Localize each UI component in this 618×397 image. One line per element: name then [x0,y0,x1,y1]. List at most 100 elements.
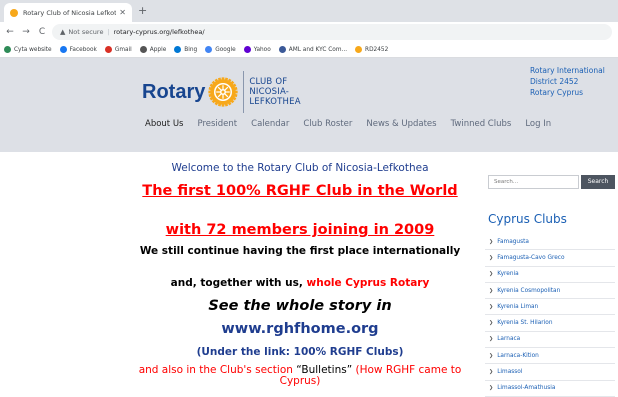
logo-divider [243,71,245,113]
bookmark-favicon-icon [355,46,363,53]
nav-twinned-clubs[interactable]: Twinned Clubs [451,119,512,129]
site-header: Rotary CLUB OF NICOSIA- LEFKOTHEA Rotary… [0,58,618,152]
club-list-label: Kyrenia Liman [497,303,539,310]
club-list-item[interactable]: ❯ Kyrenia [485,267,615,283]
address-bar[interactable]: ▲ Not secure | rotary-cyprus.org/lefkoth… [52,24,612,40]
district-link[interactable]: Rotary Cyprus [530,87,605,98]
story-text: See the whole story in [208,298,392,314]
welcome-heading: Welcome to the Rotary Club of Nicosia-Le… [171,162,429,174]
bookmark-item[interactable]: Facebook [59,46,97,53]
bookmark-item[interactable]: Bing [174,46,197,53]
rotary-logo[interactable]: Rotary CLUB OF NICOSIA- LEFKOTHEA [142,71,301,113]
club-list-item[interactable]: ❯ Kyrenia St. Hilarion [485,315,615,332]
new-tab-button[interactable]: + [138,4,147,17]
nav-president[interactable]: President [197,119,237,129]
chevron-right-icon: ❯ [489,271,494,278]
nav-club-roster[interactable]: Club Roster [303,119,352,129]
nav-about-us[interactable]: About Us [145,119,183,129]
bookmark-label: Facebook [69,46,97,53]
bookmark-favicon-icon [174,46,182,53]
rotary-favicon-icon [10,8,18,17]
browser-tab[interactable]: Rotary Club of Nicosia Lefkothea ✕ [4,3,132,22]
back-button[interactable]: ← [4,27,16,37]
chevron-right-icon: ❯ [489,385,494,392]
club-name-line: CLUB OF [249,77,288,87]
chevron-right-icon: ❯ [489,254,494,261]
forward-button[interactable]: → [20,27,32,37]
together-prefix: and, together with us, [170,277,307,289]
bookmark-item[interactable]: Yahoo [243,46,271,53]
bookmark-item[interactable]: Gmail [104,46,132,53]
club-list-item[interactable]: ❯ Famagusta [485,234,615,251]
chevron-right-icon: ❯ [489,238,494,245]
bookmark-item[interactable]: RD2452 [355,46,388,53]
bookmark-label: Apple [149,46,167,53]
not-secure-label: Not secure [68,28,104,36]
club-list-label: Larnaca-Kition [497,352,539,359]
club-list-label: Limassol-Amathusia [497,385,556,392]
chevron-right-icon: ❯ [489,303,494,310]
bookmark-favicon-icon [104,46,112,53]
district-links: Rotary International District 2452 Rotar… [530,65,605,98]
chevron-right-icon: ❯ [489,320,494,327]
cyprus-clubs-title: Cyprus Clubs [488,212,567,226]
district-link[interactable]: District 2452 [530,76,605,87]
chevron-right-icon: ❯ [489,336,494,343]
club-list-label: Kyrenia Cosmopolitan [497,287,561,294]
club-list-item[interactable]: ❯ Kyrenia Liman [485,299,615,316]
club-list-item[interactable]: ❯ Larnaca-Kition [485,348,615,365]
bookmark-item[interactable]: AML and KYC Com... [278,46,348,53]
club-list-label: Famagusta-Cavo Greco [497,254,565,261]
chevron-right-icon: ❯ [489,352,494,359]
club-name: CLUB OF NICOSIA- LEFKOTHEA [249,77,300,107]
reload-button[interactable]: C [36,27,48,37]
bookmark-label: AML and KYC Com... [288,46,348,53]
club-name-line: NICOSIA- [249,87,290,97]
together-highlight: whole Cyprus Rotary [306,277,430,289]
nav-log-in[interactable]: Log In [525,119,551,129]
bookmark-favicon-icon [278,46,286,53]
club-name-line: LEFKOTHEA [249,97,301,107]
close-tab-icon[interactable]: ✕ [119,8,126,17]
bookmark-favicon-icon [4,46,11,53]
bookmark-label: Cyta website [14,46,52,53]
rghf-site-link[interactable]: www.rghfhome.org [135,321,465,337]
club-list-item[interactable]: ❯ Kyrenia Cosmopolitan [485,283,615,300]
first-place-text: We still continue having the first place… [139,245,461,257]
district-link[interactable]: Rotary International [530,65,605,76]
address-separator: | [107,28,110,36]
warning-icon[interactable]: ▲ [60,28,65,36]
bookmark-favicon-icon [59,46,67,53]
club-list-item[interactable]: ❯ Limassol [485,364,615,381]
bookmark-favicon-icon [243,46,251,53]
search-input[interactable]: Search... [488,175,579,189]
club-list-label: Famagusta [497,238,529,245]
bookmark-item[interactable]: Google [205,46,236,53]
bookmark-label: Gmail [114,46,132,53]
url-text[interactable]: rotary-cyprus.org/lefkothea/ [114,28,205,36]
nav-calendar[interactable]: Calendar [251,119,289,129]
main-navigation: About Us President Calendar Club Roster … [145,119,565,129]
club-list-item[interactable]: ❯ Famagusta-Cavo Greco [485,250,615,267]
club-list-item[interactable]: ❯ Limassol-Amathusia [485,381,615,397]
bookmark-item[interactable]: Apple [139,46,167,53]
bulletins-text: and also in the Club's section “Bulletin… [135,365,465,387]
club-list: ❯ Famagusta ❯ Famagusta-Cavo Greco ❯ Kyrenia ❯… [485,234,615,397]
bookmark-favicon-icon [139,46,147,53]
club-list-label: Limassol [497,369,523,376]
bookmark-favicon-icon [205,46,213,53]
nav-news-updates[interactable]: News & Updates [366,119,436,129]
browser-tab-strip: Rotary Club of Nicosia Lefkothea ✕ + [0,0,618,22]
club-list-label: Larnaca [497,336,521,343]
bulletins-prefix: and also in the Club's section [138,364,297,376]
club-list-label: Kyrenia [497,271,519,278]
headline-members: with 72 members joining in 2009 [165,222,435,238]
club-list-label: Kyrenia St. Hilarion [497,320,553,327]
under-link-text: (Under the link: 100% RGHF Clubs) [196,346,404,358]
headline-first-club: The first 100% RGHF Club in the World [142,183,458,199]
search-button[interactable]: Search [581,175,615,189]
club-list-item[interactable]: ❯ Larnaca [485,332,615,349]
chevron-right-icon: ❯ [489,287,494,294]
bookmark-label: Bing [184,46,198,53]
bookmark-item[interactable]: Cyta website [4,46,52,53]
